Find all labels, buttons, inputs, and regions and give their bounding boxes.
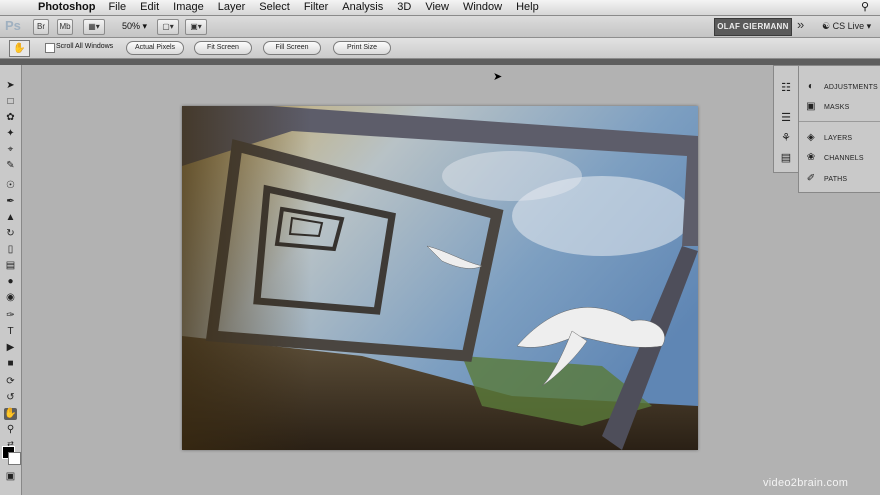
menu-3d[interactable]: 3D — [397, 0, 411, 15]
canvas-artwork — [182, 106, 698, 450]
hand-tool-icon[interactable]: ✋ — [4, 408, 17, 420]
paths-panel-tab[interactable]: ✐ PATHS — [805, 171, 847, 187]
tool-presets-panel-icon[interactable]: ▤ — [779, 151, 793, 165]
layers-icon: ◈ — [807, 132, 815, 143]
adjustments-icon: ◐ — [807, 81, 815, 92]
spotlight-icon[interactable]: ⚲ — [861, 0, 869, 15]
zoom-level[interactable]: 50% ▾ — [122, 19, 147, 33]
menu-analysis[interactable]: Analysis — [342, 0, 383, 15]
shape-tool-icon[interactable]: ■ — [4, 358, 17, 370]
mouse-pointer-icon: ➤ — [493, 71, 503, 83]
eyedropper-tool-icon[interactable]: ✎ — [4, 160, 17, 172]
menu-file[interactable]: File — [108, 0, 126, 15]
healing-brush-tool-icon[interactable]: ☉ — [4, 180, 17, 192]
view-extras-button[interactable]: ▦▾ — [83, 19, 105, 35]
move-tool-icon[interactable]: ➤ — [4, 80, 17, 92]
menu-layer[interactable]: Layer — [218, 0, 246, 15]
actual-pixels-button[interactable]: Actual Pixels — [126, 41, 184, 55]
adjustments-panel-tab[interactable]: ◐ ADJUSTMENTS — [805, 79, 878, 95]
menu-select[interactable]: Select — [259, 0, 290, 15]
history-panel-icon[interactable]: ☷ — [779, 81, 793, 95]
options-bar: ✋ Scroll All Windows Actual Pixels Fit S… — [0, 38, 880, 59]
scroll-all-windows-checkbox[interactable] — [45, 43, 55, 53]
panel-divider — [799, 121, 880, 122]
clone-source-panel-icon[interactable]: ⚘ — [779, 131, 793, 145]
bridge-button[interactable]: Br — [33, 19, 49, 35]
history-brush-tool-icon[interactable]: ↻ — [4, 228, 17, 240]
marquee-tool-icon[interactable]: □ — [4, 96, 17, 108]
fill-screen-button[interactable]: Fill Screen — [263, 41, 321, 55]
zoom-tool-icon[interactable]: ⚲ — [4, 424, 17, 436]
scroll-all-windows-label: Scroll All Windows — [56, 43, 114, 50]
menu-filter[interactable]: Filter — [304, 0, 328, 15]
hand-tool-preset-icon[interactable]: ✋ — [9, 40, 30, 57]
quick-selection-tool-icon[interactable]: ✦ — [4, 128, 17, 140]
3d-rotate-tool-icon[interactable]: ⟳ — [4, 376, 17, 388]
cs-live-menu[interactable]: ☯ CS Live ▾ — [822, 19, 871, 33]
menu-image[interactable]: Image — [173, 0, 204, 15]
menu-view[interactable]: View — [425, 0, 449, 15]
menu-help[interactable]: Help — [516, 0, 539, 15]
application-bar: Ps Br Mb ▦▾ 50% ▾ ▢▾ ▣▾ OLAF GIERMANN » … — [0, 16, 880, 38]
dodge-tool-icon[interactable]: ◉ — [4, 292, 17, 304]
menu-window[interactable]: Window — [463, 0, 502, 15]
fit-screen-button[interactable]: Fit Screen — [194, 41, 252, 55]
collapsed-panel-icons: ☷ ☰ ⚘ ▤ — [773, 65, 800, 173]
watermark: video2brain.com — [763, 477, 849, 489]
panel-dock: ◐ ADJUSTMENTS ▣ MASKS ◈ LAYERS ❀ CHANNEL… — [798, 65, 880, 193]
photoshop-logo: Ps — [5, 18, 21, 33]
pen-tool-icon[interactable]: ✑ — [4, 310, 17, 322]
path-selection-tool-icon[interactable]: ▶ — [4, 342, 17, 354]
menu-edit[interactable]: Edit — [140, 0, 159, 15]
brush-tool-icon[interactable]: ✒ — [4, 196, 17, 208]
type-tool-icon[interactable]: T — [4, 326, 17, 338]
tools-panel: ➤ □ ✿ ✦ ⌖ ✎ ☉ ✒ ▲ ↻ ▯ ▤ ● ◉ ✑ T ▶ ■ ⟳ ↺ … — [0, 65, 22, 495]
menu-bar: Photoshop File Edit Image Layer Select F… — [0, 0, 880, 16]
channels-panel-tab[interactable]: ❀ CHANNELS — [805, 150, 864, 166]
screen-mode-button[interactable]: ▣▾ — [185, 19, 207, 35]
masks-panel-tab[interactable]: ▣ MASKS — [805, 99, 850, 115]
brush-panel-icon[interactable]: ☰ — [779, 111, 793, 125]
arrange-documents-button[interactable]: ▢▾ — [157, 19, 179, 35]
panel-collapse-strip[interactable] — [0, 59, 880, 65]
background-color-swatch[interactable] — [8, 452, 21, 465]
layers-panel-tab[interactable]: ◈ LAYERS — [805, 130, 852, 146]
3d-orbit-tool-icon[interactable]: ↺ — [4, 392, 17, 404]
print-size-button[interactable]: Print Size — [333, 41, 391, 55]
eraser-tool-icon[interactable]: ▯ — [4, 244, 17, 256]
app-menu[interactable]: Photoshop — [38, 0, 95, 15]
document-canvas[interactable] — [182, 106, 698, 450]
blur-tool-icon[interactable]: ● — [4, 276, 17, 288]
crop-tool-icon[interactable]: ⌖ — [4, 144, 17, 156]
minibridge-button[interactable]: Mb — [57, 19, 73, 35]
quick-mask-icon[interactable]: ▣ — [4, 471, 17, 483]
gradient-tool-icon[interactable]: ▤ — [4, 260, 17, 272]
chevron-right-icon[interactable]: » — [797, 17, 804, 32]
masks-icon: ▣ — [806, 101, 816, 112]
paths-icon: ✐ — [806, 173, 816, 184]
clone-stamp-tool-icon[interactable]: ▲ — [4, 212, 17, 224]
workspace-button[interactable]: OLAF GIERMANN — [714, 18, 792, 36]
channels-icon: ❀ — [806, 152, 816, 163]
lasso-tool-icon[interactable]: ✿ — [4, 112, 17, 124]
